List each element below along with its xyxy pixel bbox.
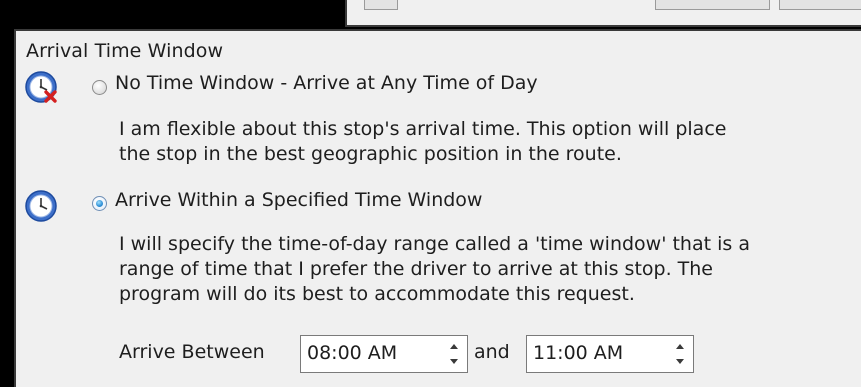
specified-time-window-radio[interactable] <box>92 196 107 211</box>
background-window-button <box>779 0 861 10</box>
description-line: I am flexible about this stop's arrival … <box>119 118 727 140</box>
description-line: program will do its best to accommodate … <box>119 283 635 305</box>
group-title: Arrival Time Window <box>26 40 224 62</box>
spin-up-icon[interactable] <box>673 340 687 353</box>
start-time-value[interactable]: 08:00 AM <box>307 342 397 364</box>
no-time-window-radio[interactable] <box>92 80 107 95</box>
arrive-between-label: Arrive Between <box>119 341 265 363</box>
background-window-control <box>364 0 398 10</box>
arrival-time-window-panel: Arrival Time Window No Time Window - Arr… <box>14 29 861 387</box>
specified-time-window-label[interactable]: Arrive Within a Specified Time Window <box>115 189 482 211</box>
background-window <box>345 0 861 27</box>
description-line: I will specify the time-of-day range cal… <box>119 233 750 255</box>
spin-down-icon[interactable] <box>447 355 461 368</box>
start-time-spinner[interactable] <box>447 340 461 368</box>
no-time-window-description: I am flexible about this stop's arrival … <box>119 117 726 167</box>
spin-down-icon[interactable] <box>673 355 687 368</box>
clock-cancel-icon <box>24 70 60 106</box>
start-time-input[interactable]: 08:00 AM <box>300 335 468 373</box>
no-time-window-label[interactable]: No Time Window - Arrive at Any Time of D… <box>115 72 538 94</box>
end-time-input[interactable]: 11:00 AM <box>526 335 694 373</box>
spin-up-icon[interactable] <box>447 340 461 353</box>
end-time-spinner[interactable] <box>673 340 687 368</box>
and-label: and <box>474 341 510 363</box>
description-line: range of time that I prefer the driver t… <box>119 258 713 280</box>
clock-icon <box>24 189 60 225</box>
description-line: the stop in the best geographic position… <box>119 143 622 165</box>
end-time-value[interactable]: 11:00 AM <box>533 342 623 364</box>
background-window-button <box>655 0 770 10</box>
specified-time-window-description: I will specify the time-of-day range cal… <box>119 232 750 307</box>
